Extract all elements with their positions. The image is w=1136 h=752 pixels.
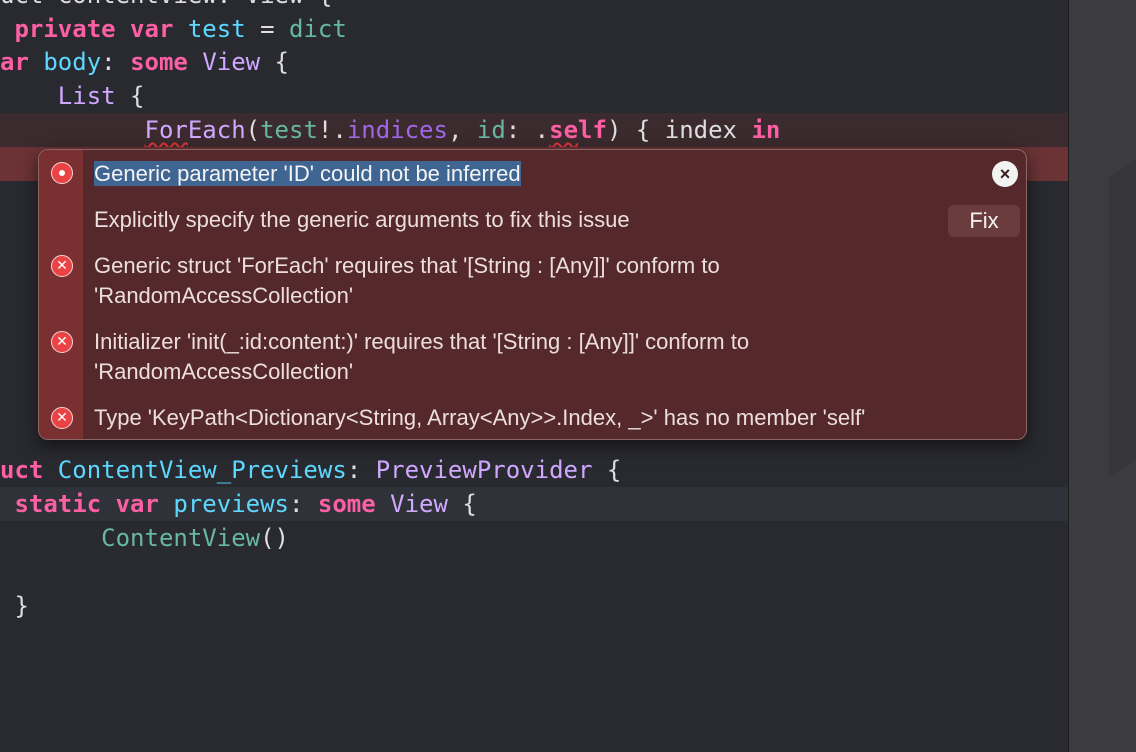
- popover-gutter: [39, 150, 83, 439]
- error-message-initializer-line2: 'RandomAccessCollection': [94, 359, 354, 384]
- code-token: indices: [346, 116, 448, 144]
- code-token: some: [317, 490, 391, 518]
- code-token: test: [260, 116, 318, 144]
- code-token: uct: [0, 456, 58, 484]
- code-token: :: [346, 456, 376, 484]
- line-list[interactable]: List {: [0, 79, 1068, 113]
- line-blank[interactable]: [0, 555, 1068, 589]
- line-contentview-call[interactable]: ContentView(): [0, 521, 1068, 555]
- code-token: ar: [0, 48, 44, 76]
- code-token: se: [549, 116, 579, 144]
- code-token: :: [288, 490, 318, 518]
- error-x-icon: ✕: [51, 255, 73, 277]
- code-token: !.: [317, 116, 347, 144]
- error-message-primary-text: Generic parameter 'ID' could not be infe…: [94, 161, 521, 186]
- code-token: :: [101, 48, 131, 76]
- code-token: private var: [0, 15, 188, 43]
- close-button[interactable]: ×: [992, 161, 1018, 187]
- code-token: {: [115, 82, 145, 110]
- canvas-decoration: [1109, 121, 1136, 479]
- line-struct-header[interactable]: uct ContentView: View {: [0, 0, 1068, 12]
- line-static-var[interactable]: static var previews: some View {: [0, 487, 1068, 521]
- line-previews-struct[interactable]: uct ContentView_Previews: PreviewProvide…: [0, 453, 1068, 487]
- error-message-foreach-line1: Generic struct 'ForEach' requires that '…: [94, 253, 720, 278]
- code-token: body: [43, 48, 102, 76]
- code-token: List: [57, 82, 116, 110]
- error-popover: Generic parameter 'ID' could not be infe…: [38, 149, 1027, 440]
- code-token: }: [0, 592, 29, 620]
- error-message-foreach-line2: 'RandomAccessCollection': [94, 283, 354, 308]
- code-editor[interactable]: uct ContentView: View { private var test…: [0, 0, 1068, 752]
- line-body[interactable]: ar body: some View {: [0, 45, 1068, 79]
- line-private-var[interactable]: private var test = dict: [0, 12, 1068, 46]
- code-token: dict: [289, 15, 347, 43]
- line-foreach[interactable]: ForEach(test!.indices, id: .self) { inde…: [0, 113, 1068, 147]
- error-dot-icon: [51, 162, 73, 184]
- code-token: id: [476, 116, 506, 144]
- code-token: : .: [505, 116, 550, 144]
- error-x-icon: ✕: [51, 331, 73, 353]
- code-token: {: [447, 490, 477, 518]
- code-token: ) { index: [606, 116, 752, 144]
- code-token: ,: [447, 116, 477, 144]
- close-icon: ×: [999, 164, 1011, 184]
- code-token: test: [187, 15, 246, 43]
- code-token: uct ContentView: View {: [0, 0, 332, 9]
- error-x-icon: ✕: [51, 407, 73, 429]
- error-message-keypath[interactable]: Type 'KeyPath<Dictionary<String, Array<A…: [94, 403, 865, 433]
- error-message-initializer-line1: Initializer 'init(_:id:content:)' requir…: [94, 329, 750, 354]
- fixit-message: Explicitly specify the generic arguments…: [94, 207, 630, 232]
- code-token: Each: [187, 116, 246, 144]
- code-token: ContentView_Previews: [57, 456, 347, 484]
- error-message-initializer[interactable]: Initializer 'init(_:id:content:)' requir…: [94, 327, 749, 387]
- code-token: =: [245, 15, 289, 43]
- code-token: View: [202, 48, 261, 76]
- code-token: some: [130, 48, 203, 76]
- canvas-pane: [1068, 0, 1136, 752]
- code-token: PreviewProvider: [375, 456, 593, 484]
- code-token: View: [390, 490, 448, 518]
- line-closing-brace[interactable]: }: [0, 589, 1068, 623]
- code-token: {: [592, 456, 622, 484]
- code-token: in: [751, 116, 781, 144]
- code-token: static var: [0, 490, 174, 518]
- error-message-foreach[interactable]: Generic struct 'ForEach' requires that '…: [94, 251, 720, 311]
- error-message-primary[interactable]: Generic parameter 'ID' could not be infe…: [94, 159, 521, 189]
- code-token: (: [245, 116, 261, 144]
- code-token: (): [260, 524, 290, 552]
- code-token: previews: [173, 490, 289, 518]
- code-token: For: [144, 116, 188, 144]
- code-token: ContentView: [101, 524, 261, 552]
- code-token: lf: [578, 116, 607, 144]
- fix-button[interactable]: Fix: [948, 205, 1020, 237]
- code-token: {: [260, 48, 290, 76]
